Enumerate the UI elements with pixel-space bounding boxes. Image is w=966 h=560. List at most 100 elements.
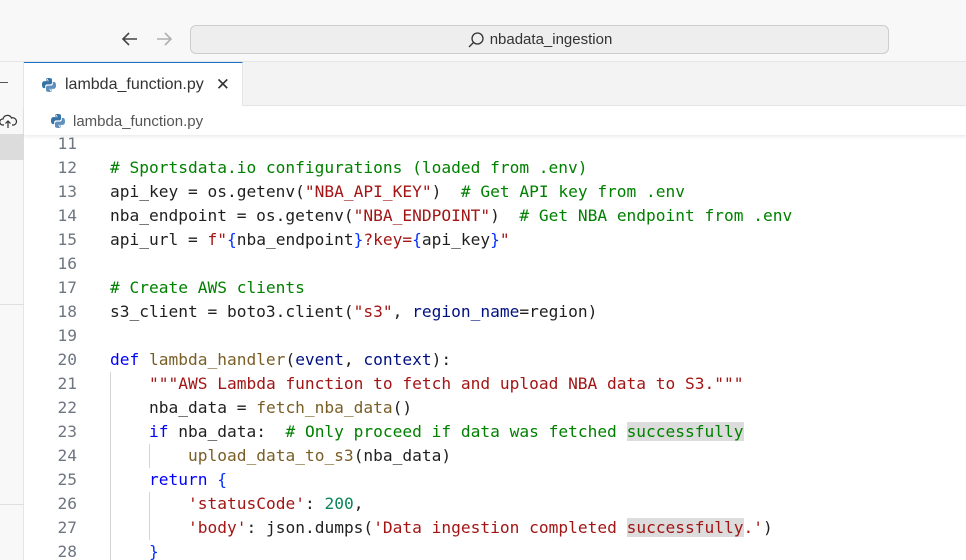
code-token: "NBA_ENDPOINT" (353, 206, 491, 225)
code-line[interactable]: 25 return { (24, 468, 966, 492)
command-center-search[interactable]: nbadata_ingestion (190, 25, 889, 54)
indent-guide (110, 468, 111, 492)
breadcrumb-file[interactable]: lambda_function.py (73, 113, 203, 130)
code-token: =region) (519, 302, 598, 321)
line-number: 20 (57, 350, 78, 369)
code-line[interactable]: 17 # Create AWS clients (24, 276, 966, 300)
code-token: nba_endpoint = os.getenv( (110, 206, 354, 225)
code-line[interactable]: 11 (24, 135, 966, 156)
code-line[interactable]: 18 s3_client = boto3.client("s3", region_… (24, 300, 966, 324)
code-line[interactable]: 21 """AWS Lambda function to fetch and up… (24, 372, 966, 396)
line-number: 12 (57, 158, 78, 177)
code-text: """AWS Lambda function to fetch and uplo… (149, 372, 744, 396)
code-text: # Create AWS clients (110, 276, 305, 300)
code-token: , (353, 494, 364, 513)
line-number: 26 (57, 494, 78, 513)
code-token: event (295, 350, 344, 369)
search-text: nbadata_ingestion (489, 31, 613, 48)
line-number: 15 (57, 230, 78, 249)
code-token: ): (431, 350, 452, 369)
indent-guide (110, 372, 111, 396)
code-text: } (149, 540, 159, 560)
active-view-indicator[interactable] (0, 134, 24, 160)
code-token: } (149, 542, 159, 560)
code-token: "s3" (353, 302, 393, 321)
cloud-upload-icon[interactable] (0, 112, 18, 130)
code-token: # Get API key from .env (460, 182, 686, 201)
code-token: context (363, 350, 432, 369)
code-token: f" (207, 230, 227, 249)
line-number: 14 (57, 206, 78, 225)
code-token: successfully (626, 422, 744, 441)
code-token: ?key= (363, 230, 413, 249)
code-text: api_url = f"{nba_endpoint}?key={api_key}… (110, 228, 510, 252)
minus-icon[interactable] (0, 82, 8, 83)
indent-guide (110, 516, 111, 540)
code-line[interactable]: 20 def lambda_handler(event, context): (24, 348, 966, 372)
search-icon (468, 31, 484, 47)
code-token: if (149, 422, 179, 441)
code-line[interactable]: 22 nba_data = fetch_nba_data() (24, 396, 966, 420)
indent-guide (110, 492, 111, 516)
code-token: successfully (626, 518, 744, 537)
code-token: ) (431, 182, 461, 201)
code-line[interactable]: 27 'body': json.dumps('Data ingestion com… (24, 516, 966, 540)
indent-guide (110, 540, 111, 560)
line-number: 22 (57, 398, 78, 417)
forward-button[interactable] (151, 26, 177, 52)
code-text: upload_data_to_s3(nba_data) (188, 444, 451, 468)
code-token: api_url = (110, 230, 208, 249)
code-token: api_key (421, 230, 491, 249)
code-token: # Sportsdata.io configurations (loaded f… (110, 158, 588, 177)
code-line[interactable]: 23 if nba_data: # Only proceed if data wa… (24, 420, 966, 444)
line-number: 28 (57, 542, 78, 560)
indent-guide (149, 444, 150, 468)
code-token: ) (490, 206, 520, 225)
code-token: ) (763, 518, 773, 537)
code-token: s3_client = boto3.client( (110, 302, 354, 321)
code-token: , (392, 302, 413, 321)
code-token: return (149, 470, 218, 489)
code-editor[interactable]: 11 12 # Sportsdata.io configurations (load… (24, 135, 966, 560)
code-token: { (412, 230, 422, 249)
close-icon[interactable]: ✕ (216, 76, 230, 93)
tab-lambda-function[interactable]: lambda_function.py ✕ (24, 62, 243, 106)
code-text: nba_data = fetch_nba_data() (149, 396, 412, 420)
code-line[interactable]: 14 nba_endpoint = os.getenv("NBA_ENDPOINT… (24, 204, 966, 228)
code-token: """AWS Lambda function to fetch and uplo… (149, 374, 744, 393)
code-token: (nba_data) (353, 446, 452, 465)
code-token: ( (285, 350, 296, 369)
line-number: 19 (57, 326, 78, 345)
line-number: 18 (57, 302, 78, 321)
line-number: 17 (57, 278, 78, 297)
line-number: 11 (57, 135, 78, 153)
code-line[interactable]: 19 (24, 324, 966, 348)
code-line[interactable]: 28} (24, 540, 966, 560)
line-number: 13 (57, 182, 78, 201)
divider (0, 504, 24, 505)
back-button[interactable] (117, 26, 143, 52)
code-line[interactable]: 12 # Sportsdata.io configurations (loaded… (24, 156, 966, 180)
code-token: 'statusCode' (188, 494, 305, 513)
code-line[interactable]: 13 api_key = os.getenv("NBA_API_KEY") # G… (24, 180, 966, 204)
code-line[interactable]: 26 'statusCode': 200, (24, 492, 966, 516)
breadcrumb: lambda_function.py (24, 107, 966, 135)
code-token: nba_endpoint (236, 230, 354, 249)
code-text: nba_endpoint = os.getenv("NBA_ENDPOINT")… (110, 204, 792, 228)
python-file-icon (51, 114, 65, 128)
code-line[interactable]: 16 (24, 252, 966, 276)
code-token: { (226, 230, 237, 249)
code-token: # Get NBA endpoint from .env (519, 206, 793, 225)
code-token: } (490, 230, 500, 249)
code-token: .' (743, 518, 764, 537)
indent-guide (110, 420, 111, 444)
code-token: nba_data: (178, 422, 286, 441)
line-number: 21 (57, 374, 78, 393)
code-token: 'body' (188, 518, 247, 537)
code-line[interactable]: 15 api_url = f"{nba_endpoint}?key={api_ke… (24, 228, 966, 252)
code-line[interactable]: 24 upload_data_to_s3(nba_data) (24, 444, 966, 468)
code-text: if nba_data: # Only proceed if data was … (149, 420, 744, 444)
indent-guide (149, 516, 150, 540)
code-text: 'body': json.dumps('Data ingestion compl… (188, 516, 773, 540)
activity-bar (0, 62, 24, 560)
